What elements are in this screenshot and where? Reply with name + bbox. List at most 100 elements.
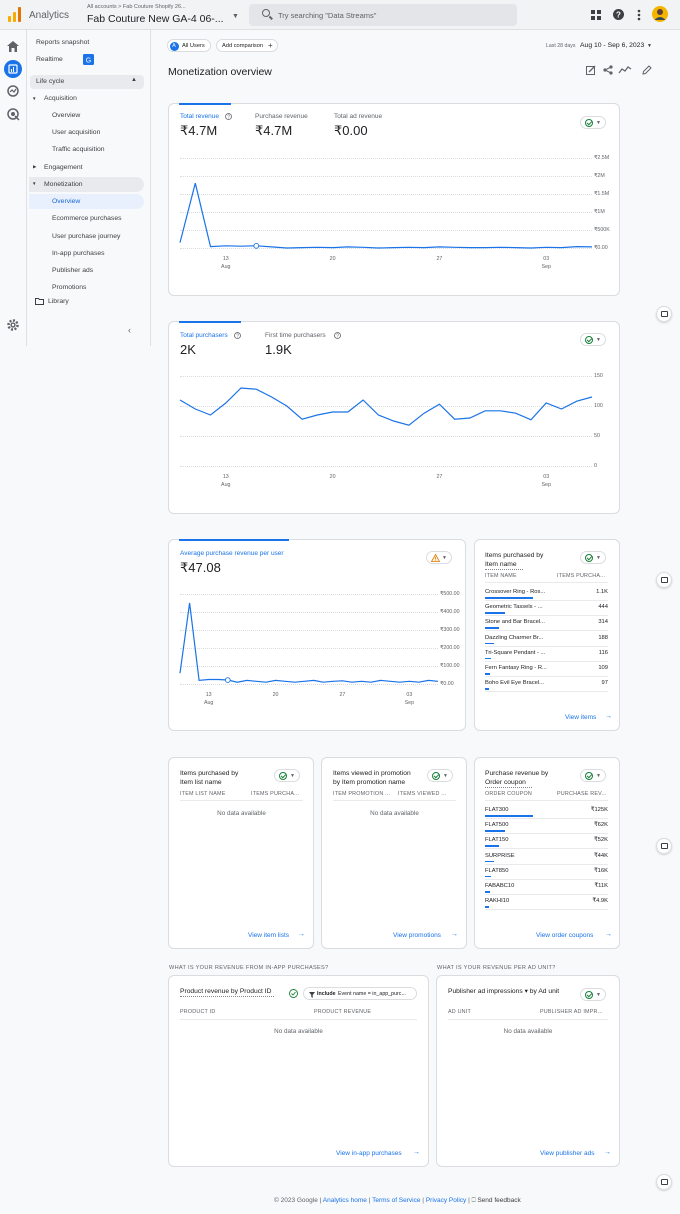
table-row-label[interactable]: Stone and Bar Bracel...: [485, 619, 551, 625]
table-row-label[interactable]: SURPRISE: [485, 853, 551, 859]
table-row-label[interactable]: FLAT850: [485, 868, 551, 874]
table-row-value: 116: [598, 649, 608, 656]
row-bar: [485, 906, 489, 908]
col-header-publisher-impressions[interactable]: PUBLISHER AD IMPR...: [540, 1009, 608, 1015]
col-header-item-list-name[interactable]: ITEM LIST NAME: [180, 791, 242, 797]
table-row-label[interactable]: Fern Fantasy Ring - R...: [485, 665, 551, 671]
view-items-link[interactable]: View items: [565, 714, 596, 721]
table-row-label[interactable]: FLAT150: [485, 837, 551, 843]
feedback-icon: ⎕: [471, 1197, 476, 1204]
row-bar: [485, 627, 499, 629]
row-bar: [485, 597, 533, 599]
col-header-items-viewed[interactable]: ITEMS VIEWED ...: [398, 791, 454, 797]
col-header-product-revenue[interactable]: PRODUCT REVENUE: [314, 1009, 414, 1015]
row-divider: [485, 863, 608, 865]
row-bar: [485, 891, 490, 893]
title-underline: [485, 569, 523, 570]
table-row-label[interactable]: Crossover Ring - Ros...: [485, 589, 551, 595]
table-row-value: ₹44K: [593, 852, 608, 859]
table-row-label[interactable]: Geometric Tassels - ...: [485, 604, 551, 610]
adunit-section-question: WHAT IS YOUR REVENUE PER AD UNIT?: [437, 965, 556, 971]
footer-send-feedback-link[interactable]: Send feedback: [477, 1197, 520, 1204]
col-header-items-purchased[interactable]: ITEMS PURCHA...: [557, 573, 608, 579]
check-circle-icon[interactable]: [289, 989, 298, 998]
series-line: [179, 602, 439, 683]
promotion-title-line2: by Item promotion name: [333, 779, 406, 786]
view-item-lists-link[interactable]: View item lists: [248, 932, 289, 939]
feedback-bubble-icon[interactable]: [656, 838, 672, 854]
data-point[interactable]: [224, 677, 231, 683]
row-bar: [485, 673, 490, 675]
arrow-right-icon[interactable]: →: [451, 931, 458, 938]
col-header-product-id[interactable]: PRODUCT ID: [180, 1009, 280, 1015]
footer-terms-link[interactable]: Terms of Service: [372, 1197, 420, 1204]
table-row-label[interactable]: FABABC10: [485, 883, 551, 889]
table-row-label[interactable]: Tri-Square Pendant - ...: [485, 650, 551, 656]
table-row-label[interactable]: FLAT500: [485, 822, 551, 828]
feedback-bubble-icon[interactable]: [656, 572, 672, 588]
col-header-purchase-revenue[interactable]: PURCHASE REV...: [557, 791, 608, 797]
include-label: Include: [317, 991, 336, 997]
row-divider: [485, 833, 608, 835]
row-divider: [485, 600, 608, 601]
no-data-text: No data available: [503, 1028, 553, 1035]
data-quality-button[interactable]: ▼: [274, 769, 300, 782]
filter-icon: [309, 991, 315, 998]
table-row-label[interactable]: Dazzling Charmer Br...: [485, 635, 551, 641]
col-header-items-purchased[interactable]: ITEMS PURCHA...: [251, 791, 303, 797]
table-row-value: 444: [598, 604, 608, 611]
table-row-value: 109: [598, 665, 608, 671]
table-row-value: ₹125K: [590, 807, 608, 813]
table-row-label[interactable]: Boho Evil Eye Bracel...: [485, 680, 551, 686]
adunit-card-title[interactable]: Publisher ad impressions ▾ by Ad unit: [448, 987, 559, 996]
data-quality-button[interactable]: ▼: [580, 551, 606, 564]
row-bar: [485, 657, 491, 660]
col-header-item-name[interactable]: ITEM NAME: [485, 573, 545, 579]
arrow-right-icon[interactable]: →: [605, 931, 612, 938]
view-promotions-link[interactable]: View promotions: [393, 932, 441, 939]
arrow-right-icon[interactable]: →: [605, 713, 612, 720]
include-filter-chip[interactable]: Include Event name = in_app_purc...: [303, 987, 417, 1000]
row-bar: [485, 830, 505, 832]
header-divider: [485, 582, 608, 583]
col-header-item-promotion[interactable]: ITEM PROMOTION ...: [333, 791, 395, 797]
footer-analytics-home-link[interactable]: Analytics home: [323, 1197, 367, 1204]
arrow-right-icon[interactable]: →: [604, 1149, 611, 1156]
row-bar: [485, 642, 494, 645]
data-quality-button[interactable]: ▼: [580, 988, 606, 1001]
inapp-section-question: WHAT IS YOUR REVENUE FROM IN-APP PURCHAS…: [169, 965, 329, 971]
view-order-coupons-link[interactable]: View order coupons: [536, 932, 593, 939]
no-data-text: No data available: [217, 810, 266, 817]
footer-copyright: © 2023 Google |: [274, 1197, 322, 1204]
view-in-app-purchases-link[interactable]: View in-app purchases: [336, 1150, 402, 1157]
arrow-right-icon[interactable]: →: [298, 931, 305, 938]
data-quality-button[interactable]: ▼: [580, 769, 606, 782]
inapp-card-title: Product revenue by Product ID: [180, 988, 272, 995]
col-header-order-coupon[interactable]: ORDER COUPON: [485, 791, 547, 797]
items-card-title-line2: Item name: [485, 561, 517, 568]
data-quality-button[interactable]: ▼: [427, 769, 453, 782]
row-bar: [485, 815, 533, 817]
feedback-bubble-icon[interactable]: [656, 1174, 672, 1190]
row-bar: [485, 612, 505, 614]
table-row-value: ₹62K: [593, 822, 608, 829]
row-divider: [485, 645, 608, 647]
footer-privacy-link[interactable]: Privacy Policy: [426, 1197, 466, 1204]
table-row-value: ₹16K: [593, 867, 608, 874]
row-bar: [485, 860, 494, 863]
table-row-value: ₹11K: [594, 883, 608, 889]
check-circle-icon: [279, 772, 287, 780]
col-header-ad-unit[interactable]: AD UNIT: [448, 1009, 518, 1015]
feedback-bubble-icon[interactable]: [656, 306, 672, 322]
table-row-label[interactable]: FLAT300: [485, 807, 551, 813]
row-divider: [485, 615, 608, 617]
filter-condition: Event name = in_app_purc...: [338, 991, 406, 997]
view-publisher-ads-link[interactable]: View publisher ads: [540, 1150, 594, 1157]
row-divider: [485, 660, 608, 662]
table-row-value: 314: [598, 619, 608, 626]
table-row-label[interactable]: RAKHI10: [485, 898, 551, 904]
table-row-value: 97: [601, 680, 608, 687]
check-circle-icon: [432, 772, 440, 780]
check-circle-icon: [585, 554, 593, 562]
arrow-right-icon[interactable]: →: [413, 1149, 420, 1156]
